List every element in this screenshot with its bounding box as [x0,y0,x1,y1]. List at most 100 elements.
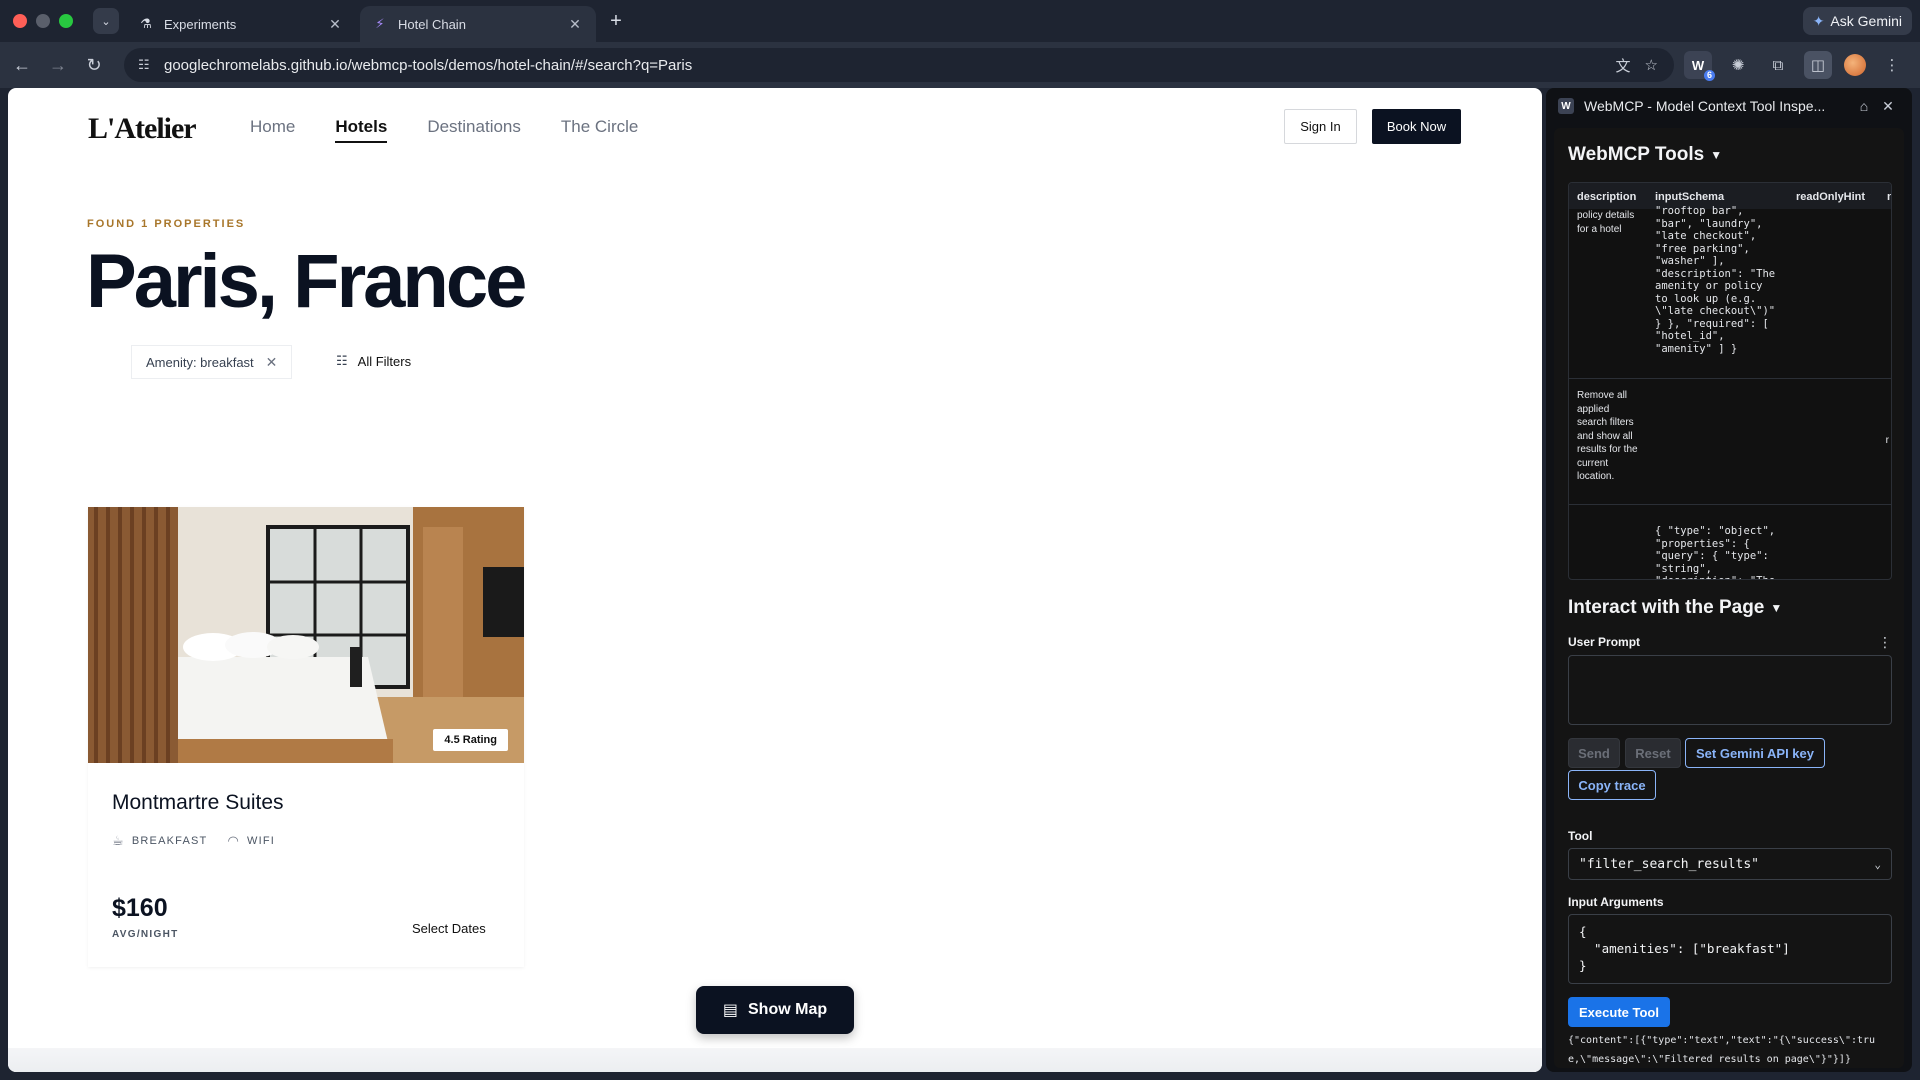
minimize-window-button[interactable] [36,14,50,28]
star-icon[interactable]: ☆ [1645,56,1658,74]
wifi-icon: ◠ [227,833,241,848]
tab-search-button[interactable]: ⌄ [93,8,119,34]
tools-table[interactable]: description inputSchema readOnlyHint n p… [1568,182,1892,580]
webmcp-side-panel: W WebMCP - Model Context Tool Inspe... ⌂… [1546,88,1912,1072]
amenity-item: ◠ WIFI [227,833,275,849]
tab-experiments[interactable]: ⚗ Experiments ✕ [126,6,356,42]
page-footer-edge [8,1048,1542,1072]
tab-strip: ⌄ ⚗ Experiments ✕ ⚡ Hotel Chain ✕ + ✦ As… [0,0,1920,42]
set-api-key-button[interactable]: Set Gemini API key [1685,738,1825,768]
column-header: inputSchema [1655,191,1725,203]
nav-destinations[interactable]: Destinations [427,117,521,137]
hotel-room-image[interactable]: 4.5 Rating [88,507,524,763]
tab-hotel-chain[interactable]: ⚡ Hotel Chain ✕ [360,6,596,42]
side-panel-icon[interactable]: ◫ [1804,51,1832,79]
inspector-body: WebMCP Tools ▼ description inputSchema r… [1554,128,1904,1068]
site-header: L'Atelier Home Hotels Destinations The C… [8,88,1542,168]
hotel-name[interactable]: Montmartre Suites [112,791,284,815]
tab-title: Hotel Chain [398,16,466,32]
tool-select[interactable]: "filter_search_results" ⌄ [1568,848,1892,880]
table-row: { "type": "object", "properties": { "que… [1569,504,1891,579]
browser-toolbar: ← → ↻ ☷ googlechromelabs.github.io/webmc… [0,42,1920,88]
close-icon[interactable]: ✕ [1876,98,1900,115]
column-header: description [1577,191,1637,203]
tool-extra-cell: r [1885,435,1889,446]
tool-input-schema: { "type": "object", "properties": { "que… [1655,525,1776,579]
tool-description: Remove all applied search filters and sh… [1577,390,1638,482]
flask-icon: ⚗ [140,16,152,31]
ask-gemini-label: Ask Gemini [1830,13,1902,29]
webmcp-logo-icon: W [1558,98,1574,114]
more-vertical-icon[interactable]: ⋮ [1878,634,1892,651]
nav-the-circle[interactable]: The Circle [561,117,638,137]
tab-title: Experiments [164,16,237,32]
table-row: Remove all applied search filters and sh… [1569,378,1891,504]
tool-select-value: "filter_search_results" [1579,856,1760,872]
tools-section-title: WebMCP Tools [1568,144,1705,165]
arrow-left-icon: ← [13,54,31,75]
caret-down-icon: ▼ [1710,148,1723,162]
nav-hotels[interactable]: Hotels [335,117,387,143]
close-icon[interactable]: ✕ [266,354,278,371]
price-unit: AVG/NIGHT [112,929,179,940]
more-vertical-icon[interactable]: ⋮ [1878,51,1906,79]
all-filters-button[interactable]: ☷ All Filters [336,353,411,369]
close-icon[interactable]: ✕ [326,16,344,33]
maximize-window-button[interactable] [59,14,73,28]
all-filters-label: All Filters [357,353,412,369]
amenity-item: ☕ BREAKFAST [112,833,207,849]
interact-section-title: Interact with the Page [1568,597,1765,618]
main-nav: Home Hotels Destinations The Circle [250,117,638,143]
tool-result-output: {"content":[{"type":"text","text":"{\"su… [1568,1035,1876,1065]
puzzle-icon[interactable]: ⧉ [1764,51,1792,79]
arrow-right-icon: → [49,54,67,75]
webmcp-extension-icon[interactable]: W6 [1684,51,1715,81]
reset-button[interactable]: Reset [1625,738,1681,768]
close-icon[interactable]: ✕ [566,16,584,33]
amenity-filter-chip[interactable]: Amenity: breakfast ✕ [131,345,293,379]
avatar[interactable] [1844,54,1866,76]
translate-icon[interactable]: 文 [1616,55,1631,76]
pin-icon[interactable]: ⌂ [1852,98,1876,114]
results-count: FOUND 1 PROPERTIES [87,218,246,230]
back-button[interactable]: ← [10,53,34,77]
forward-button[interactable]: → [46,53,70,77]
table-row: policy details for a hotel "rooftop bar"… [1569,205,1891,379]
show-map-button[interactable]: ▤ Show Map [696,986,854,1034]
user-prompt-label: User Prompt [1568,635,1641,649]
page-title: Paris, France [86,239,527,324]
input-arguments-field[interactable]: { "amenities": ["breakfast"] } [1568,914,1892,984]
execute-tool-button[interactable]: Execute Tool [1568,997,1670,1027]
hotel-price: $160 [112,894,168,922]
copy-trace-button[interactable]: Copy trace [1568,770,1656,800]
input-arguments-label: Input Arguments [1568,895,1664,909]
tool-input-schema: "rooftop bar", "bar", "laundry", "late c… [1655,205,1776,355]
book-now-button[interactable]: Book Now [1372,109,1461,144]
amenities-list: ☕ BREAKFAST ◠ WIFI [112,833,275,849]
url-text: googlechromelabs.github.io/webmcp-tools/… [164,56,693,74]
chevron-down-icon: ⌄ [101,15,111,28]
sign-in-button[interactable]: Sign In [1284,109,1357,144]
rating-badge: 4.5 Rating [433,729,508,751]
send-button[interactable]: Send [1568,738,1620,768]
site-logo[interactable]: L'Atelier [88,112,197,146]
column-header: readOnlyHint [1796,191,1866,203]
room-photo-illustration [88,507,524,763]
filter-chip-label: Amenity: breakfast [146,354,254,370]
close-window-button[interactable] [13,14,27,28]
new-tab-button[interactable]: + [605,10,627,33]
interact-section-toggle[interactable]: Interact with the Page ▼ [1568,597,1782,619]
address-bar[interactable]: ☷ googlechromelabs.github.io/webmcp-tool… [124,48,1674,82]
ask-gemini-button[interactable]: ✦ Ask Gemini [1802,7,1912,35]
nav-home[interactable]: Home [250,117,295,137]
hotel-card[interactable]: 4.5 Rating Montmartre Suites ☕ BREAKFAST… [88,507,524,967]
user-prompt-input[interactable] [1568,655,1892,725]
tools-section-toggle[interactable]: WebMCP Tools ▼ [1568,144,1722,166]
reload-button[interactable]: ↻ [82,53,106,77]
site-info-icon[interactable]: ☷ [138,57,158,73]
select-dates-link[interactable]: Select Dates [412,921,486,936]
tool-label: Tool [1568,829,1593,843]
ai-extension-icon[interactable]: ✺ [1724,51,1752,79]
side-panel-header: W WebMCP - Model Context Tool Inspe... ⌂… [1546,88,1912,124]
show-map-label: Show Map [748,1001,828,1018]
